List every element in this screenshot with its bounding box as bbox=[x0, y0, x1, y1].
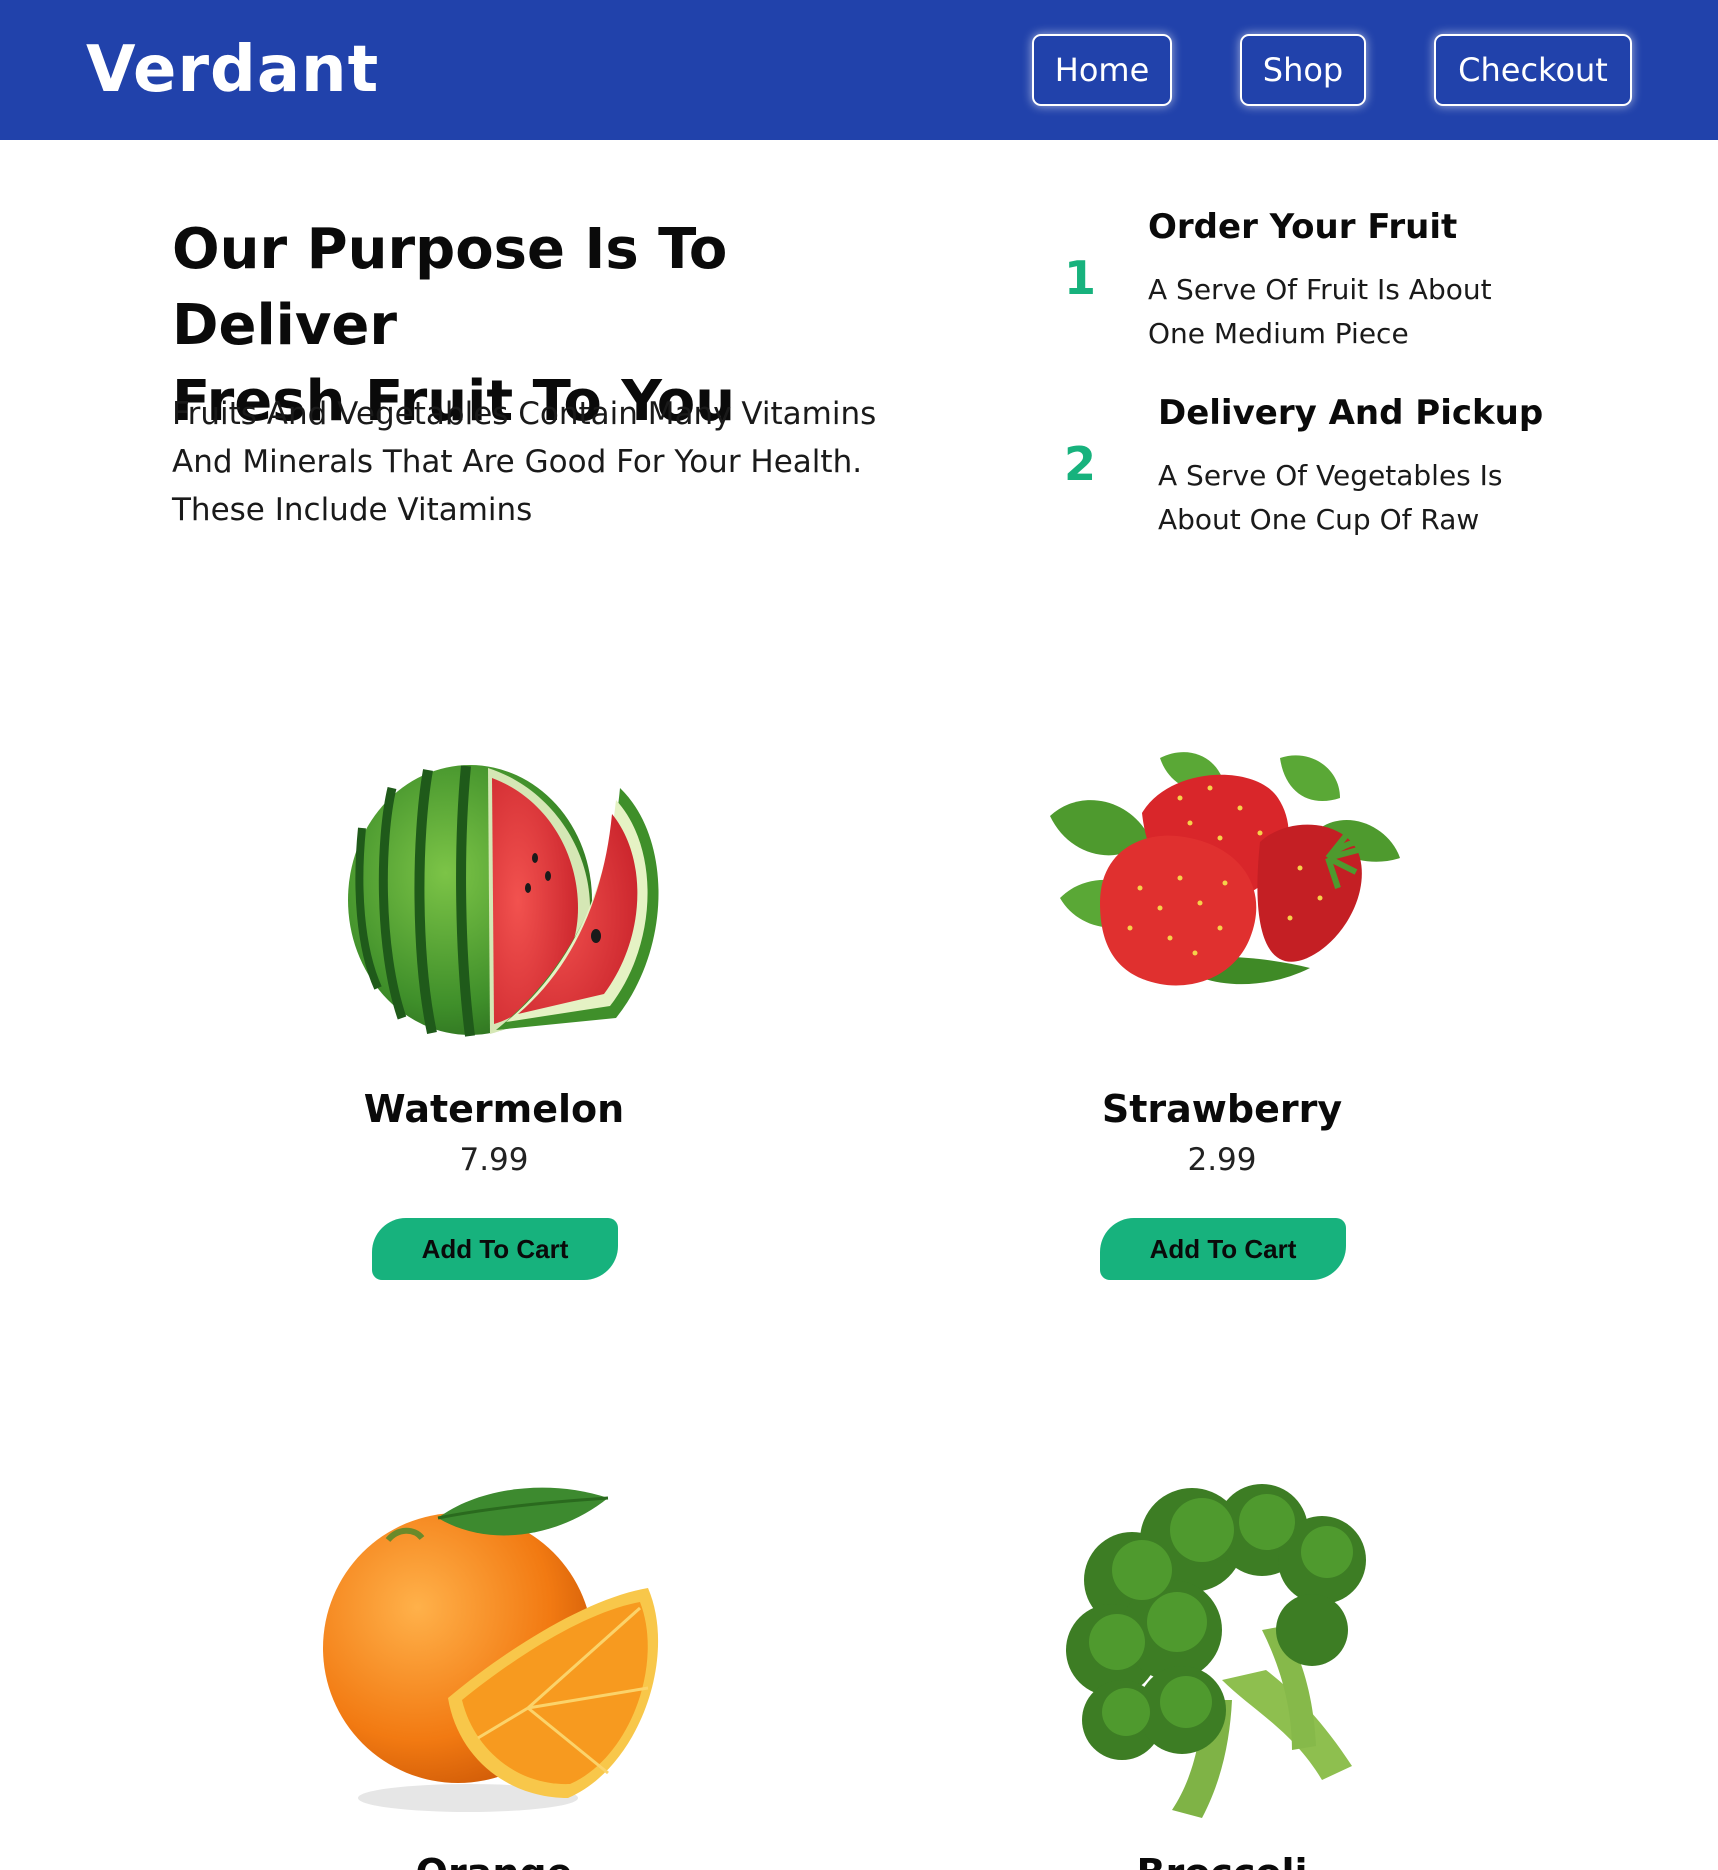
product-name: Watermelon bbox=[363, 1087, 625, 1131]
step-description: A Serve Of Vegetables Is About One Cup O… bbox=[1158, 454, 1538, 542]
step-number: 2 bbox=[1064, 437, 1097, 491]
nav-checkout-button[interactable]: Checkout bbox=[1434, 34, 1632, 106]
step-description: A Serve Of Fruit Is About One Medium Pie… bbox=[1148, 268, 1528, 356]
page: Verdant Home Shop Checkout Our Purpose I… bbox=[0, 0, 1718, 1870]
top-navbar: Verdant Home Shop Checkout bbox=[0, 0, 1718, 140]
step-description-line: A Serve Of Fruit Is About bbox=[1148, 273, 1492, 306]
add-to-cart-button[interactable]: Add To Cart bbox=[1100, 1218, 1346, 1280]
orange-image bbox=[323, 1487, 659, 1812]
hero-description-line: These Include Vitamins bbox=[172, 492, 533, 528]
brand-logo[interactable]: Verdant bbox=[86, 30, 379, 110]
hero-description-line: Fruits And Vegetables Contain Many Vitam… bbox=[172, 396, 877, 432]
hero-description: Fruits And Vegetables Contain Many Vitam… bbox=[172, 390, 952, 534]
nav-shop-button[interactable]: Shop bbox=[1240, 34, 1366, 106]
broccoli-image bbox=[1066, 1484, 1366, 1818]
product-price: 7.99 bbox=[459, 1142, 529, 1178]
strawberry-image bbox=[1050, 752, 1400, 986]
nav-home-button[interactable]: Home bbox=[1032, 34, 1172, 106]
hero-title-line: Our Purpose Is To Deliver bbox=[172, 217, 728, 358]
step-description-line: One Medium Piece bbox=[1148, 317, 1409, 350]
step-title: Order Your Fruit bbox=[1148, 207, 1458, 247]
product-price: 2.99 bbox=[1187, 1142, 1257, 1178]
product-name: Broccoli bbox=[1042, 1848, 1402, 1870]
step-title: Delivery And Pickup bbox=[1158, 393, 1544, 433]
hero-description-line: And Minerals That Are Good For Your Heal… bbox=[172, 444, 863, 480]
product-name: Orange bbox=[314, 1848, 674, 1870]
add-to-cart-button[interactable]: Add To Cart bbox=[372, 1218, 618, 1280]
watermelon-image bbox=[348, 765, 659, 1037]
step-number: 1 bbox=[1064, 251, 1097, 305]
step-description-line: A Serve Of Vegetables Is bbox=[1158, 459, 1503, 492]
product-name: Strawberry bbox=[1101, 1087, 1343, 1131]
step-description-line: About One Cup Of Raw bbox=[1158, 503, 1480, 536]
